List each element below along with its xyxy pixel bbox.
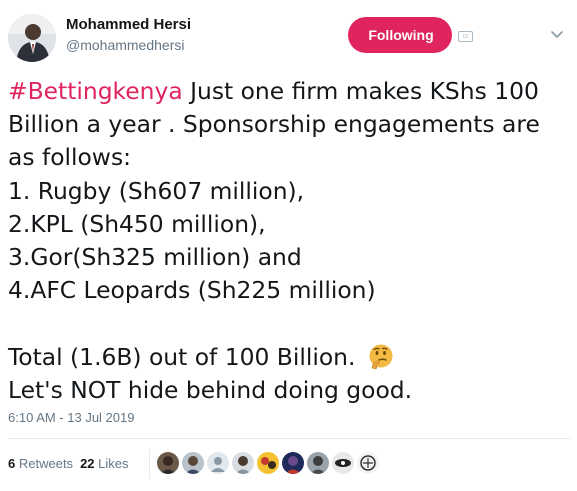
stats-separator [149, 449, 150, 479]
tweet-line-2: Billion a year . Sponsorship engagements… [8, 110, 540, 139]
engagement-stats: 6 Retweets 22 Likes [8, 456, 136, 471]
caption-icon: cc [458, 31, 473, 42]
author-name[interactable]: Mohammed Hersi [66, 16, 191, 33]
tweet-line-7: 4.AFC Leopards (Sh225 million) [8, 276, 376, 305]
author-handle[interactable]: @mohammedhersi [66, 37, 184, 53]
tweet-timestamp[interactable]: 6:10 AM - 13 Jul 2019 [8, 410, 134, 425]
following-button-label: Following [368, 27, 434, 43]
tweet-line-5: 2.KPL (Sh450 million), [8, 209, 266, 238]
user-avatar-7[interactable] [307, 452, 329, 474]
tweet-line-6: 3.Gor(Sh325 million) and [8, 242, 302, 271]
retweets-stat[interactable]: 6 Retweets [8, 456, 73, 471]
user-avatar-2[interactable] [182, 452, 204, 474]
hashtag-link[interactable]: #Bettingkenya [8, 77, 183, 105]
user-avatar-8[interactable] [332, 452, 354, 474]
tweet-line-8: Total (1.6B) out of 100 Billion. [8, 341, 573, 374]
author-avatar[interactable] [8, 14, 56, 62]
tweet-line-3: as follows: [8, 143, 132, 172]
tweet-text: #Bettingkenya Just one firm makes KShs 1… [8, 75, 573, 407]
following-button[interactable]: Following [348, 17, 452, 53]
user-avatar-6[interactable] [282, 452, 304, 474]
likers-avatars [157, 452, 382, 474]
divider [8, 438, 571, 439]
user-avatar-9[interactable] [357, 452, 379, 474]
likes-stat[interactable]: 22 Likes [80, 456, 128, 471]
user-avatar-1[interactable] [157, 452, 179, 474]
user-avatar-4[interactable] [232, 452, 254, 474]
tweet-line-4: 1. Rugby (Sh607 million), [8, 176, 305, 205]
default-user-avatar[interactable] [207, 452, 229, 474]
tweet-line-1: #Bettingkenya Just one firm makes KShs 1… [8, 77, 539, 105]
user-avatar-5[interactable] [257, 452, 279, 474]
tweet-line-9: Let's NOT hide behind doing good. [8, 375, 413, 404]
chevron-down-icon[interactable] [548, 25, 566, 43]
